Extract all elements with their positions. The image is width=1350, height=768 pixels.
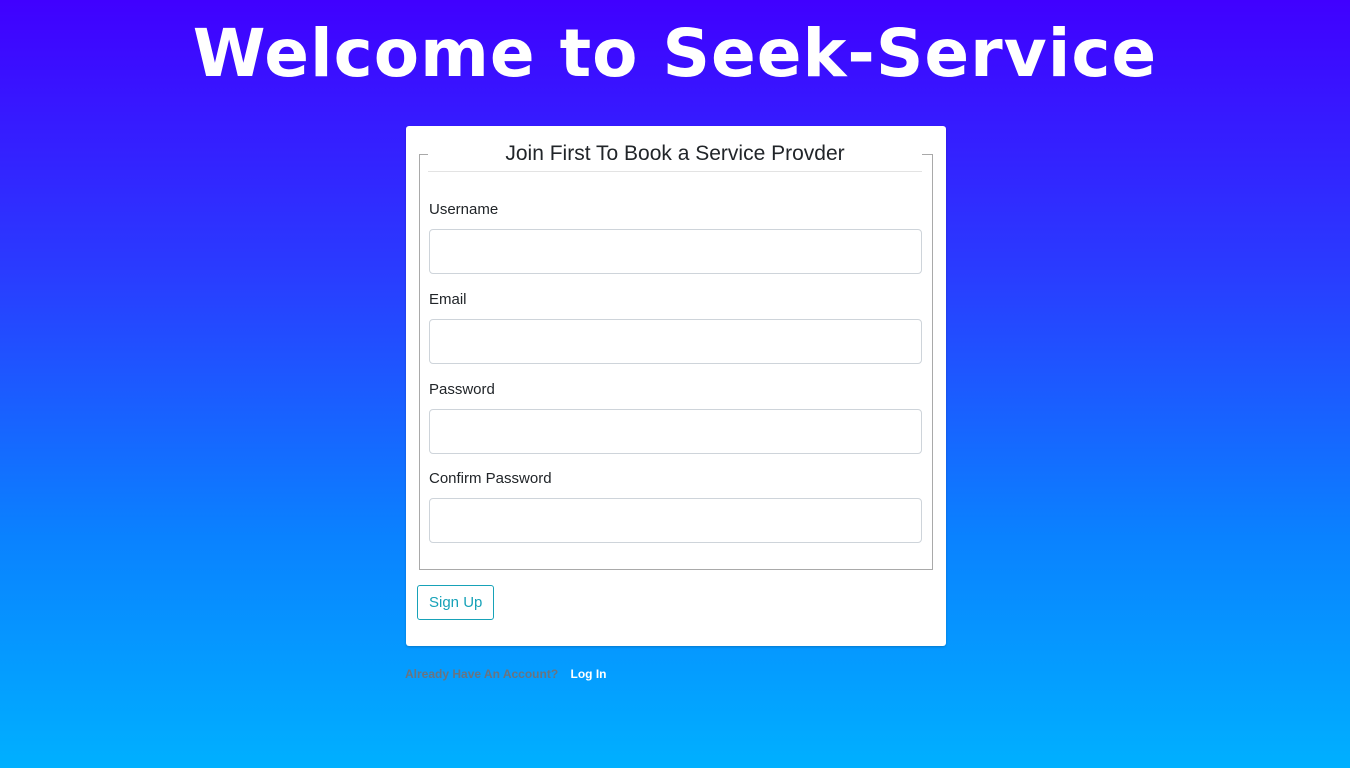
confirm-password-group: Confirm Password <box>429 470 923 543</box>
password-input[interactable] <box>429 409 922 454</box>
form-legend: Join First To Book a Service Provder <box>428 139 922 172</box>
password-label: Password <box>429 381 495 398</box>
page-title: Welcome to Seek-Service <box>192 15 1158 92</box>
log-in-link[interactable]: Log In <box>571 667 607 681</box>
signup-card: Join First To Book a Service Provder Use… <box>406 126 946 646</box>
password-group: Password <box>429 381 923 454</box>
confirm-password-input[interactable] <box>429 498 922 543</box>
username-input[interactable] <box>429 229 922 274</box>
confirm-password-label: Confirm Password <box>429 470 552 487</box>
email-group: Email <box>429 291 923 364</box>
signup-fieldset: Join First To Book a Service Provder Use… <box>419 139 933 570</box>
sign-up-button[interactable]: Sign Up <box>417 585 495 620</box>
login-row: Already Have An Account? Log In <box>405 666 607 682</box>
username-group: Username <box>429 201 923 274</box>
username-label: Username <box>429 201 499 218</box>
email-input[interactable] <box>429 319 922 364</box>
email-label: Email <box>429 291 467 308</box>
login-prompt: Already Have An Account? <box>405 667 559 681</box>
